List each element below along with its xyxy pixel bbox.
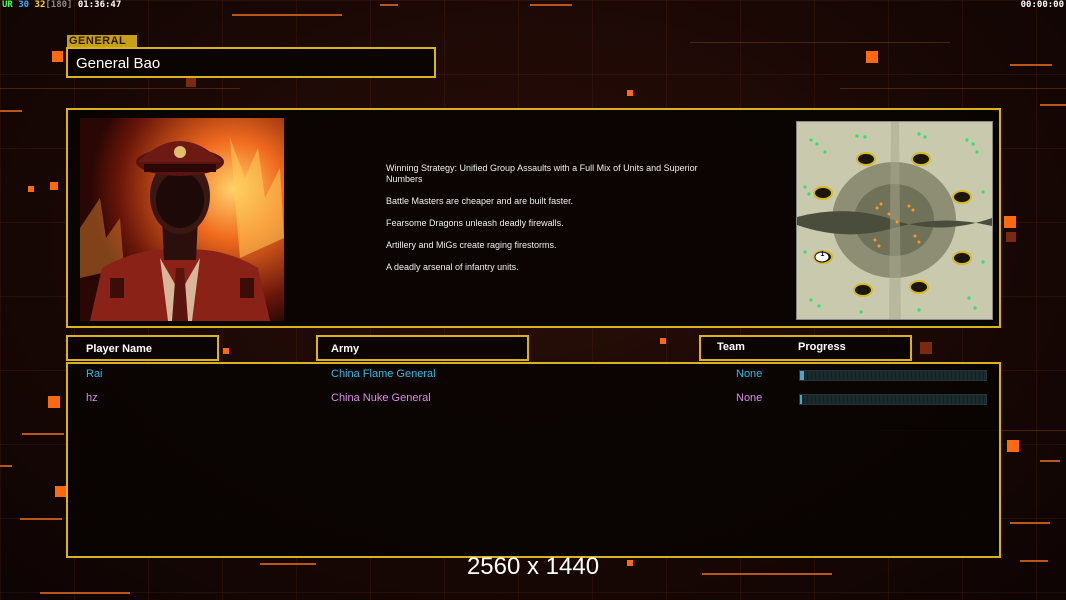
game-timer: 00:00:00 (1020, 0, 1064, 10)
fps-cap: [180] (45, 0, 73, 10)
portrait-image (80, 118, 284, 321)
player-name: Rai (86, 368, 103, 380)
fps-value-a: 30 (18, 0, 30, 10)
loading-progress-fill (800, 371, 804, 380)
minimap-terrain (797, 122, 992, 319)
player-row: hz China Nuke General None (68, 392, 999, 408)
strategy-line: Winning Strategy: Unified Group Assaults… (386, 163, 698, 184)
elapsed-time: 01:36:47 (77, 0, 122, 10)
general-name: General Bao (76, 55, 161, 72)
fps-value-b: 32 (34, 0, 46, 10)
resolution-label: 2560 x 1440 (466, 553, 600, 580)
strategy-text: Winning Strategy: Unified Group Assaults… (386, 163, 716, 284)
strategy-line: Artillery and MiGs create raging firesto… (386, 240, 557, 250)
player-name-header-label: Player Name (86, 343, 153, 355)
fps-counter: UR 30 32[180] 01:36:47 (2, 0, 121, 10)
loading-progress-bar (799, 394, 987, 405)
player-team: None (736, 392, 763, 404)
player-name-header: Player Name (66, 335, 219, 361)
progress-header-label: Progress (798, 341, 846, 353)
army-header-label: Army (331, 343, 360, 355)
general-name-box: General Bao (66, 47, 436, 78)
general-tag: GENERAL (67, 35, 137, 47)
general-portrait (80, 118, 284, 321)
minimap[interactable]: 1 (796, 121, 993, 320)
strategy-line: Battle Masters are cheaper and are built… (386, 196, 574, 206)
player-row: Rai China Flame General None (68, 368, 999, 384)
player-list: Rai China Flame General None hz China Nu… (66, 362, 1001, 558)
player-team: None (736, 368, 763, 380)
team-progress-header: Team Progress (699, 335, 912, 361)
loading-progress-fill (800, 395, 803, 404)
strategy-line: A deadly arsenal of infantry units. (386, 262, 519, 272)
player-army: China Nuke General (331, 392, 431, 404)
player-name: hz (86, 392, 98, 404)
team-header-label: Team (717, 341, 745, 353)
strategy-line: Fearsome Dragons unleash deadly firewall… (386, 218, 564, 228)
start-position-marker: 1 (820, 251, 825, 258)
loading-progress-bar (799, 370, 987, 381)
fps-label: UR (2, 0, 13, 10)
army-header: Army (316, 335, 529, 361)
player-army: China Flame General (331, 368, 436, 380)
general-info-panel: Winning Strategy: Unified Group Assaults… (66, 108, 1001, 328)
